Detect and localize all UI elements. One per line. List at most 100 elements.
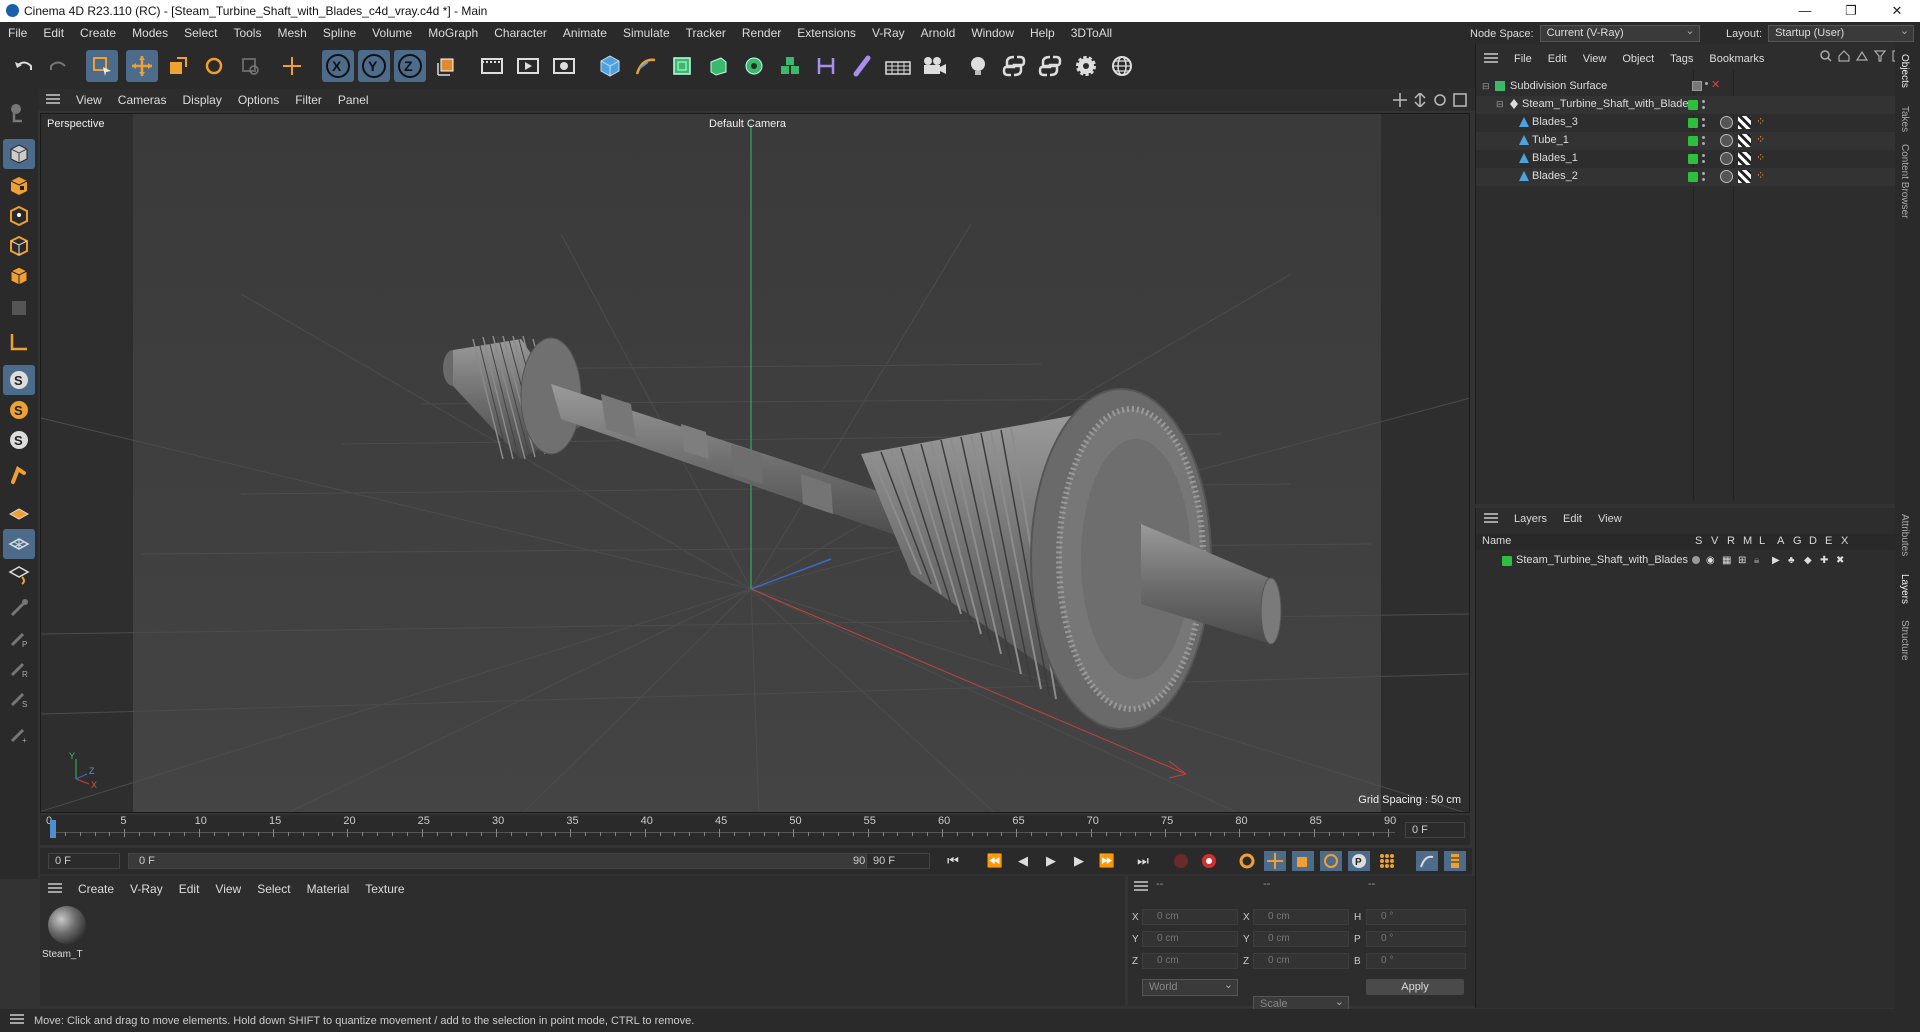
tab-takes[interactable]: Takes bbox=[1899, 106, 1910, 132]
status-menu-icon[interactable] bbox=[0, 1014, 34, 1027]
pen-spline-icon[interactable] bbox=[630, 50, 662, 82]
points-mode-icon[interactable] bbox=[3, 201, 35, 231]
render-dot-icon[interactable] bbox=[1702, 142, 1705, 145]
key-scale-icon[interactable] bbox=[1292, 851, 1314, 871]
tab-structure[interactable]: Structure bbox=[1899, 620, 1910, 661]
mograph-cloner-icon[interactable] bbox=[774, 50, 806, 82]
model-mode-icon[interactable] bbox=[3, 139, 35, 169]
layer-menu-icon[interactable] bbox=[1476, 512, 1506, 526]
visibility-dot-icon[interactable] bbox=[1702, 100, 1705, 103]
layer-col-s[interactable]: S bbox=[1695, 535, 1702, 547]
layer-color-icon[interactable] bbox=[1688, 172, 1698, 182]
layer-menu-edit[interactable]: Edit bbox=[1555, 513, 1590, 525]
menu-simulate[interactable]: Simulate bbox=[615, 22, 678, 44]
tab-layers[interactable]: Layers bbox=[1899, 574, 1910, 604]
next-frame-icon[interactable]: ▶ bbox=[1068, 851, 1090, 871]
coord-system-dropdown[interactable]: World bbox=[1142, 978, 1238, 996]
menu-file[interactable]: File bbox=[0, 22, 35, 44]
layer-col-r[interactable]: R bbox=[1727, 535, 1735, 547]
layer-col-g[interactable]: G bbox=[1793, 535, 1802, 547]
key-position-icon[interactable] bbox=[1264, 851, 1286, 871]
workplane-icon[interactable] bbox=[3, 461, 35, 491]
menu-mograph[interactable]: MoGraph bbox=[420, 22, 486, 44]
layer-col-name[interactable]: Name bbox=[1482, 535, 1511, 547]
size-y-field[interactable]: 0 cm bbox=[1253, 931, 1349, 947]
object-row-blades-3[interactable]: Blades_3 ⁘ bbox=[1476, 114, 1896, 132]
vray-tag-icon[interactable]: ⁘ bbox=[1756, 133, 1765, 146]
current-frame-field[interactable]: 0 F bbox=[1405, 822, 1465, 838]
locked-workplane-icon[interactable] bbox=[3, 529, 35, 559]
layer-animation-icon[interactable]: ▶ bbox=[1772, 555, 1780, 566]
rotate-view-icon[interactable] bbox=[1433, 93, 1447, 110]
vray-tag-icon[interactable]: ⁘ bbox=[1756, 151, 1765, 164]
extrude-generator-icon[interactable] bbox=[702, 50, 734, 82]
phong-tag-icon[interactable] bbox=[1720, 134, 1733, 147]
material-tag-icon[interactable] bbox=[1738, 134, 1751, 147]
prev-frame-icon[interactable]: ◀ bbox=[1012, 851, 1034, 871]
tab-attributes[interactable]: Attributes bbox=[1899, 514, 1910, 556]
layer-render-icon[interactable]: ▦ bbox=[1722, 555, 1731, 566]
workplane-rotation-icon[interactable] bbox=[3, 559, 35, 589]
menu-help[interactable]: Help bbox=[1022, 22, 1063, 44]
scale-tool-icon[interactable] bbox=[162, 50, 194, 82]
end-frame-field[interactable]: 90 F bbox=[866, 853, 930, 869]
light-icon[interactable] bbox=[962, 50, 994, 82]
menu-edit[interactable]: Edit bbox=[35, 22, 72, 44]
object-name[interactable]: Blades_2 bbox=[1532, 170, 1578, 182]
visibility-dot-icon[interactable] bbox=[1702, 136, 1705, 139]
pos-z-field[interactable]: 0 cm bbox=[1142, 953, 1238, 969]
restore-icon[interactable]: ❐ bbox=[1828, 0, 1874, 22]
search-icon[interactable] bbox=[1820, 50, 1832, 65]
object-name[interactable]: Steam_Turbine_Shaft_with_Blades bbox=[1522, 98, 1694, 110]
tab-content-browser[interactable]: Content Browser bbox=[1899, 144, 1910, 218]
layer-col-d[interactable]: D bbox=[1809, 535, 1817, 547]
material-menu-create[interactable]: Create bbox=[70, 878, 122, 900]
disable-icon[interactable]: ✕ bbox=[1711, 78, 1720, 91]
motion-system-icon[interactable] bbox=[1444, 851, 1466, 871]
layer-col-m[interactable]: M bbox=[1743, 535, 1752, 547]
cloner-icon[interactable] bbox=[738, 50, 770, 82]
object-name[interactable]: Subdivision Surface bbox=[1510, 80, 1607, 92]
render-dot-icon[interactable] bbox=[1702, 124, 1705, 127]
undo-icon[interactable] bbox=[8, 50, 40, 82]
filter-icon[interactable] bbox=[1873, 50, 1887, 65]
vray-tag-icon[interactable]: ⁘ bbox=[1756, 115, 1765, 128]
object-menu-file[interactable]: File bbox=[1506, 53, 1540, 65]
x-axis-lock-icon[interactable]: X bbox=[322, 50, 354, 82]
paint-icon[interactable]: P bbox=[3, 623, 35, 653]
object-menu-icon[interactable] bbox=[1476, 52, 1506, 66]
layer-color-icon[interactable] bbox=[1688, 100, 1698, 110]
render-dot-icon[interactable] bbox=[1702, 178, 1705, 181]
layer-col-a[interactable]: A bbox=[1777, 535, 1784, 547]
object-name[interactable]: Blades_3 bbox=[1532, 116, 1578, 128]
globe-icon[interactable] bbox=[1106, 50, 1138, 82]
object-row-subdivision-surface[interactable]: ⊟ Subdivision Surface ✕ bbox=[1476, 78, 1896, 96]
live-selection-icon[interactable] bbox=[86, 50, 118, 82]
menu-create[interactable]: Create bbox=[72, 22, 124, 44]
pos-y-field[interactable]: 0 cm bbox=[1142, 931, 1238, 947]
polygons-mode-icon[interactable] bbox=[3, 261, 35, 291]
viewport-menu-cameras[interactable]: Cameras bbox=[110, 89, 175, 111]
viewport-menu-view[interactable]: View bbox=[68, 89, 110, 111]
object-name[interactable]: Tube_1 bbox=[1532, 134, 1569, 146]
menu-mesh[interactable]: Mesh bbox=[269, 22, 314, 44]
collapse-icon[interactable]: ⊟ bbox=[1496, 99, 1504, 110]
menu-3dtoall[interactable]: 3DToAll bbox=[1063, 22, 1120, 44]
cube-object-icon[interactable] bbox=[594, 50, 626, 82]
floor-icon[interactable] bbox=[882, 50, 914, 82]
layer-col-l[interactable]: L bbox=[1759, 535, 1765, 547]
menu-window[interactable]: Window bbox=[963, 22, 1022, 44]
object-row-blades-2[interactable]: Blades_2 ⁘ bbox=[1476, 168, 1896, 186]
key-pla-icon[interactable] bbox=[1376, 851, 1398, 871]
timeline-scheme-icon[interactable] bbox=[1416, 851, 1438, 871]
material-tag-icon[interactable] bbox=[1738, 170, 1751, 183]
object-name[interactable]: Blades_1 bbox=[1532, 152, 1578, 164]
rotate-tool-icon[interactable] bbox=[198, 50, 230, 82]
object-menu-tags[interactable]: Tags bbox=[1662, 53, 1701, 65]
layer-name[interactable]: Steam_Turbine_Shaft_with_Blades bbox=[1516, 554, 1688, 566]
coordinate-system-icon[interactable] bbox=[276, 50, 308, 82]
size-x-field[interactable]: 0 cm bbox=[1253, 909, 1349, 925]
object-menu-view[interactable]: View bbox=[1575, 53, 1615, 65]
node-space-dropdown[interactable]: Current (V-Ray) bbox=[1539, 24, 1700, 42]
visibility-dot-icon[interactable] bbox=[1702, 172, 1705, 175]
